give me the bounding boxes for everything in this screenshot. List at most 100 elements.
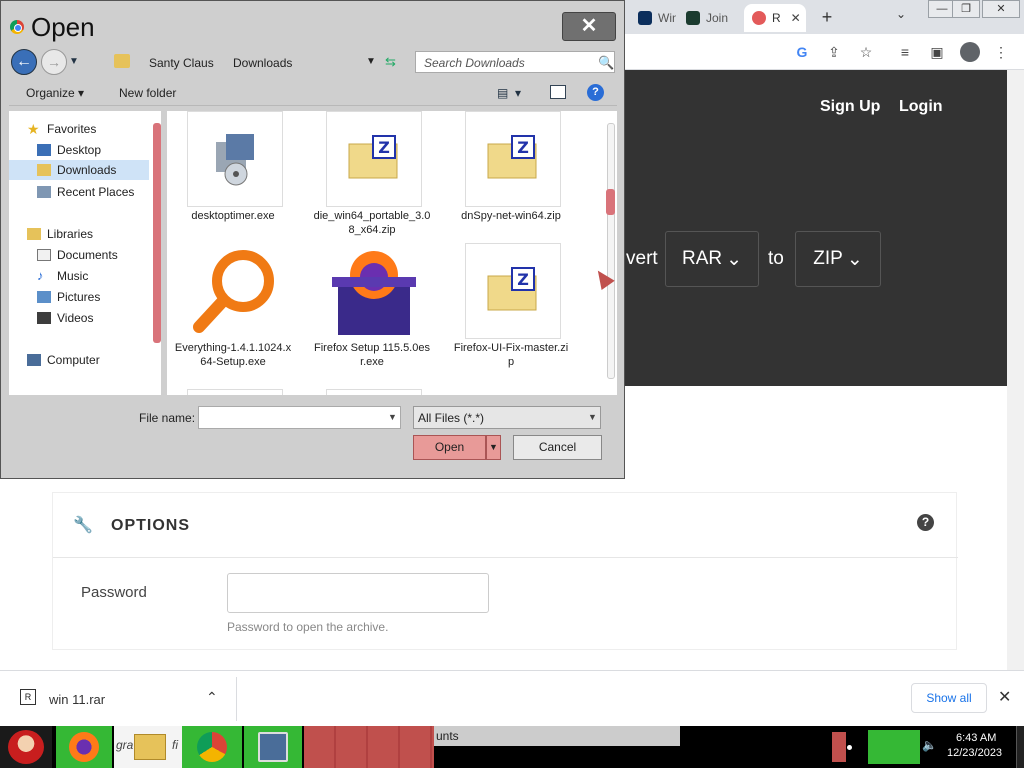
close-icon[interactable]: ✕	[998, 687, 1011, 707]
download-item-name[interactable]: win 11.rar	[49, 692, 105, 707]
taskbar-chrome-button[interactable]	[182, 726, 242, 768]
desktop-icon	[37, 144, 51, 156]
cancel-button[interactable]: Cancel	[513, 435, 602, 460]
search-placeholder: Search Downloads	[424, 56, 525, 70]
breadcrumb-santy-claus[interactable]: Santy Claus	[149, 56, 214, 70]
open-options-dropdown-icon[interactable]: ▼	[486, 435, 501, 460]
nav-scrollbar[interactable]	[153, 123, 161, 343]
page-scrollbar[interactable]	[1007, 70, 1024, 670]
libraries-icon	[27, 228, 41, 240]
nav-label: Music	[57, 269, 89, 283]
tab-favicon	[686, 11, 700, 25]
file-item[interactable]: Z die_win64_portable_3.08_x64.zip	[312, 111, 432, 261]
file-name-input[interactable]: ▼	[198, 406, 401, 429]
google-lens-icon[interactable]: G	[793, 43, 811, 61]
search-input[interactable]: Search Downloads 🔍	[415, 51, 615, 73]
file-type-filter-select[interactable]: All Files (*.*) ▼	[413, 406, 601, 429]
taskbar-window-label[interactable]: unts	[434, 726, 680, 746]
file-scrollbar-track[interactable]	[607, 123, 615, 379]
taskbar-firefox-button[interactable]	[56, 726, 112, 768]
history-chevron-icon[interactable]: ▼	[69, 56, 79, 67]
tab-winc[interactable]: Winc	[630, 4, 676, 32]
chevron-down-icon: ⌄	[726, 248, 743, 270]
file-item-partial[interactable]	[326, 389, 422, 395]
dropdown-arrow-icon[interactable]: ▼	[366, 56, 376, 67]
tab-close-icon[interactable]: ✕	[791, 11, 801, 25]
nav-label: Downloads	[57, 163, 117, 177]
filter-value: All Files (*.*)	[418, 411, 485, 425]
help-icon[interactable]: ?	[917, 514, 934, 531]
start-button[interactable]	[0, 726, 52, 768]
tray-icons-group[interactable]	[868, 730, 920, 764]
sign-up-link[interactable]: Sign Up	[820, 98, 880, 116]
nav-downloads[interactable]: Downloads	[9, 160, 149, 180]
taskbar-computer-button[interactable]	[244, 726, 302, 768]
file-item[interactable]: Z dnSpy-net-win64.zip	[451, 111, 571, 261]
share-icon[interactable]: ⇪	[825, 43, 843, 61]
show-all-button[interactable]: Show all	[911, 683, 987, 713]
restore-button[interactable]: ❐	[952, 0, 980, 18]
tab-label: R	[772, 11, 781, 25]
file-item-partial[interactable]	[187, 389, 283, 395]
help-icon[interactable]: ?	[587, 84, 604, 101]
preview-pane-icon[interactable]	[550, 85, 566, 99]
address-bar[interactable]: Santy Claus Downloads ▼	[105, 49, 381, 74]
open-button[interactable]: Open	[413, 435, 486, 460]
firefox-icon	[69, 732, 99, 762]
forward-arrow-icon[interactable]: →	[41, 49, 67, 75]
file-item[interactable]: Z Firefox-UI-Fix-master.zip	[451, 243, 571, 393]
tray-dot-icon	[847, 745, 852, 750]
clock-date[interactable]: 12/23/2023	[947, 747, 1002, 759]
close-window-button[interactable]: ✕	[982, 0, 1020, 18]
tray-item[interactable]	[832, 732, 846, 762]
nav-favorites[interactable]: ★ Favorites	[27, 119, 167, 139]
from-format-select[interactable]: RAR ⌄	[665, 231, 759, 287]
tab-active-r[interactable]: R ✕	[744, 4, 806, 32]
zip-folder-icon: Z	[326, 111, 422, 207]
file-item[interactable]: Everything-1.4.1.1024.x64-Setup.exe	[173, 243, 293, 393]
login-link[interactable]: Login	[899, 98, 943, 116]
taskbar-window-group[interactable]	[304, 726, 434, 768]
computer-icon	[258, 732, 288, 762]
clock-time[interactable]: 6:43 AM	[956, 732, 996, 744]
change-view-icon[interactable]: ▤ ▾	[497, 86, 521, 100]
to-format-select[interactable]: ZIP ⌄	[795, 231, 881, 287]
file-item[interactable]: desktoptimer.exe	[173, 111, 293, 261]
bookmark-star-icon[interactable]: ☆	[857, 43, 875, 61]
password-input[interactable]	[227, 573, 489, 613]
file-scrollbar-thumb[interactable]	[606, 189, 615, 215]
search-icon[interactable]: 🔍	[598, 55, 614, 71]
new-tab-button[interactable]: +	[816, 6, 838, 28]
nav-computer[interactable]: Computer	[27, 350, 167, 370]
menu-kebab-icon[interactable]: ⋮	[992, 43, 1010, 61]
back-arrow-icon[interactable]: ←	[11, 49, 37, 75]
recent-places-icon	[37, 186, 51, 198]
password-label: Password	[81, 584, 147, 601]
media-control-icon[interactable]: ≡	[896, 43, 914, 61]
new-folder-button[interactable]: New folder	[119, 86, 176, 100]
organize-button[interactable]: Organize ▾	[26, 86, 84, 100]
firefox-box-icon	[326, 243, 422, 339]
volume-icon[interactable]: 🔈	[922, 738, 937, 752]
chrome-icon	[197, 732, 227, 762]
santa-start-icon	[8, 730, 44, 764]
refresh-icon[interactable]: ⇆	[385, 54, 396, 70]
side-panel-icon[interactable]: ▣	[928, 43, 946, 61]
dialog-close-button[interactable]: ✕	[562, 12, 616, 41]
profile-avatar-icon[interactable]	[960, 42, 980, 62]
tab-search-chevron-icon[interactable]: ⌄	[896, 7, 906, 21]
file-item[interactable]: Firefox Setup 115.5.0esr.exe	[312, 243, 432, 393]
options-title: OPTIONS	[111, 517, 191, 534]
rar-file-icon: R	[20, 689, 36, 705]
nav-libraries[interactable]: Libraries	[27, 224, 167, 244]
breadcrumb-downloads[interactable]: Downloads	[233, 56, 292, 70]
taskbar-partial-label: gra	[116, 738, 134, 752]
tab-join[interactable]: Join	[678, 4, 742, 32]
wrench-icon: 🔧	[73, 517, 93, 534]
downloads-folder-icon	[37, 164, 51, 176]
nav-label: Computer	[47, 353, 100, 367]
taskbar-explorer-button[interactable]: gra fi	[114, 726, 182, 768]
dropdown-arrow-icon[interactable]: ▼	[388, 412, 397, 422]
show-desktop-button[interactable]	[1016, 726, 1024, 768]
chevron-up-icon[interactable]: ⌃	[206, 689, 218, 706]
